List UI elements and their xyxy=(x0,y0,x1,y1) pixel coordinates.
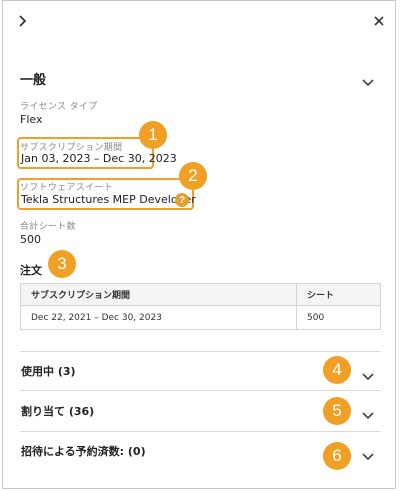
chevron-down-icon[interactable] xyxy=(361,447,375,461)
section-title-general: 一般 xyxy=(20,73,47,88)
table-cell-seats: 500 xyxy=(296,305,381,330)
chevron-down-icon[interactable] xyxy=(361,406,375,420)
callout-badge-6: 6 xyxy=(323,442,351,470)
subscription-period-value: Jan 03, 2023 – Dec 30, 2023 xyxy=(21,152,177,165)
callout-badge-4: 4 xyxy=(323,356,351,384)
total-seats-value: 500 xyxy=(20,233,41,246)
table-row: Dec 22, 2021 – Dec 30, 2023 500 xyxy=(20,305,381,330)
license-type-label: ライセンス タイプ xyxy=(20,102,98,112)
callout-badge-5: 5 xyxy=(323,397,351,425)
software-suite-label: ソフトウェアスイート xyxy=(20,183,114,193)
license-type-value: Flex xyxy=(20,113,43,126)
table-cell-period: Dec 22, 2021 – Dec 30, 2023 xyxy=(20,305,297,330)
column-header-subscription-period: サブスクリプション期間 xyxy=(20,283,297,306)
callout-badge-2: 2 xyxy=(179,162,207,190)
callout-badge-1: 1 xyxy=(139,121,167,149)
accordion-assignments[interactable]: 割り当て (36) xyxy=(21,403,94,419)
divider xyxy=(20,351,381,352)
callout-badge-3: 3 xyxy=(48,250,76,278)
orders-title: 注文 xyxy=(20,264,42,277)
accordion-in-use[interactable]: 使用中 (3) xyxy=(21,363,76,379)
table-header-row: サブスクリプション期間 シート xyxy=(20,283,381,306)
divider xyxy=(20,390,381,391)
chevron-down-icon[interactable] xyxy=(361,73,375,87)
column-header-seats: シート xyxy=(296,283,381,306)
chevron-down-icon[interactable] xyxy=(361,367,375,381)
help-icon[interactable]: ? xyxy=(175,193,189,207)
close-icon[interactable] xyxy=(371,13,387,29)
software-suite-value: Tekla Structures MEP Developer xyxy=(21,193,196,206)
total-seats-label: 合計シート数 xyxy=(20,222,76,232)
chevron-right-icon[interactable] xyxy=(15,13,31,29)
divider xyxy=(20,431,381,432)
details-panel: 一般 ライセンス タイプ Flex サブスクリプション期間 Jan 03, 20… xyxy=(2,0,396,489)
accordion-reserved-by-invitation[interactable]: 招待による予約済数: (0) xyxy=(21,443,146,459)
orders-table: サブスクリプション期間 シート Dec 22, 2021 – Dec 30, 2… xyxy=(20,283,381,330)
